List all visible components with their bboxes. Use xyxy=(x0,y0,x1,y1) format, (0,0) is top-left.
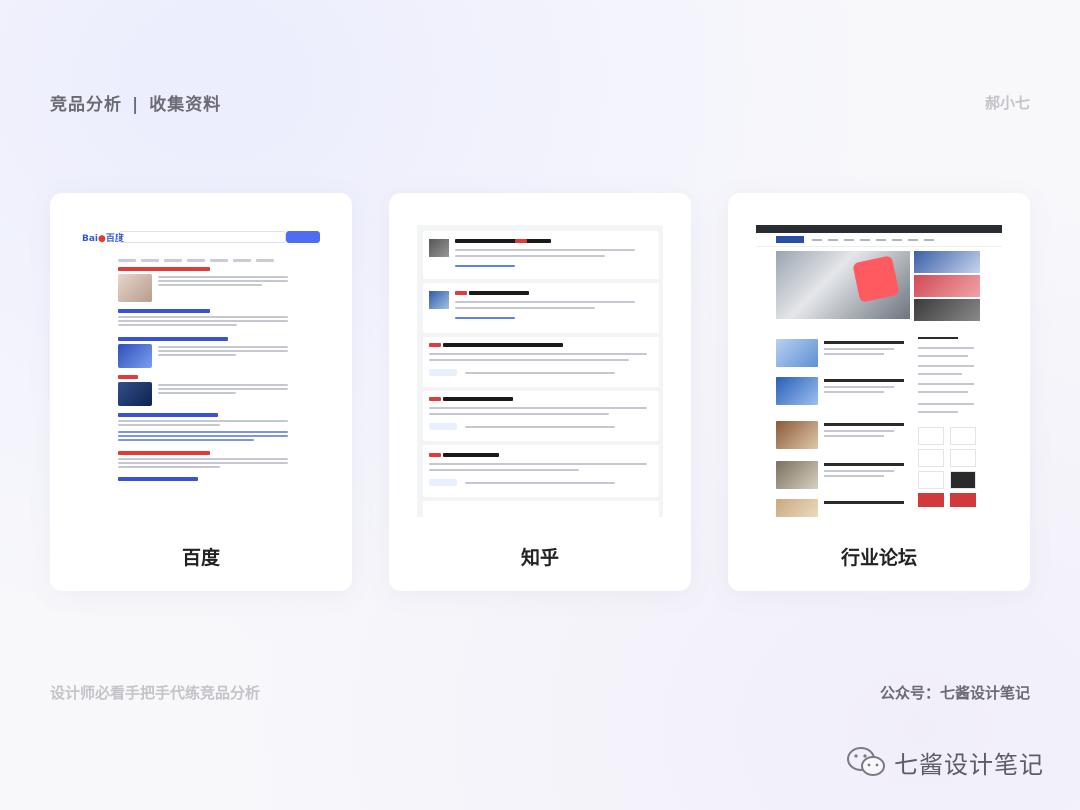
baidu-result xyxy=(118,477,288,484)
page-heading: 竞品分析 | 收集资料 xyxy=(50,90,221,115)
baidu-search-input xyxy=(118,231,286,243)
wechat-icon xyxy=(847,747,885,776)
card-forum: 行业论坛 xyxy=(728,193,1030,591)
forum-nav xyxy=(756,233,1002,247)
forum-article xyxy=(776,499,910,517)
card-zhihu: 知乎 xyxy=(389,193,691,591)
zhihu-card xyxy=(423,391,659,441)
baidu-result xyxy=(118,451,288,470)
forum-article xyxy=(776,377,910,407)
baidu-tabs xyxy=(118,247,318,262)
baidu-result xyxy=(118,375,288,412)
forum-side-image xyxy=(914,299,980,321)
zhihu-card xyxy=(423,501,659,517)
forum-partner-logos xyxy=(918,427,978,507)
heading-title: 竞品分析 xyxy=(50,95,122,115)
card-baidu: Bai●百度 百度 xyxy=(50,193,352,591)
watermark: 七酱设计笔记 xyxy=(846,744,1044,780)
heading-separator: | xyxy=(132,95,140,115)
heading-subtitle: 收集资料 xyxy=(149,95,222,115)
zhihu-card xyxy=(423,231,659,279)
baidu-result xyxy=(118,431,288,443)
watermark-text: 七酱设计笔记 xyxy=(894,750,1044,779)
footer-account: 公众号：七酱设计笔记 xyxy=(879,684,1030,702)
forum-article xyxy=(776,421,910,451)
author-name: 郝小七 xyxy=(984,94,1030,112)
forum-side-image xyxy=(914,251,980,273)
forum-topbar xyxy=(756,225,1002,233)
forum-side-image xyxy=(914,275,980,297)
baidu-result xyxy=(118,337,288,374)
forum-screenshot xyxy=(756,225,1002,517)
footer-tagline: 设计师必看手把手代练竞品分析 xyxy=(50,684,261,702)
baidu-result xyxy=(118,267,288,310)
baidu-search-bar: Bai●百度 xyxy=(82,231,320,245)
zhihu-screenshot xyxy=(417,225,663,517)
baidu-result xyxy=(118,413,288,428)
forum-article xyxy=(776,461,910,491)
baidu-screenshot: Bai●百度 xyxy=(78,225,324,517)
baidu-search-button xyxy=(286,231,320,243)
baidu-result xyxy=(118,309,288,328)
card-caption-zhihu: 知乎 xyxy=(520,547,559,569)
zhihu-card xyxy=(423,445,659,497)
card-caption-forum: 行业论坛 xyxy=(840,547,917,569)
forum-article xyxy=(776,339,910,369)
zhihu-card xyxy=(423,283,659,333)
forum-hero-image xyxy=(776,251,910,319)
zhihu-card xyxy=(423,337,659,387)
card-caption-baidu: 百度 xyxy=(181,547,220,569)
